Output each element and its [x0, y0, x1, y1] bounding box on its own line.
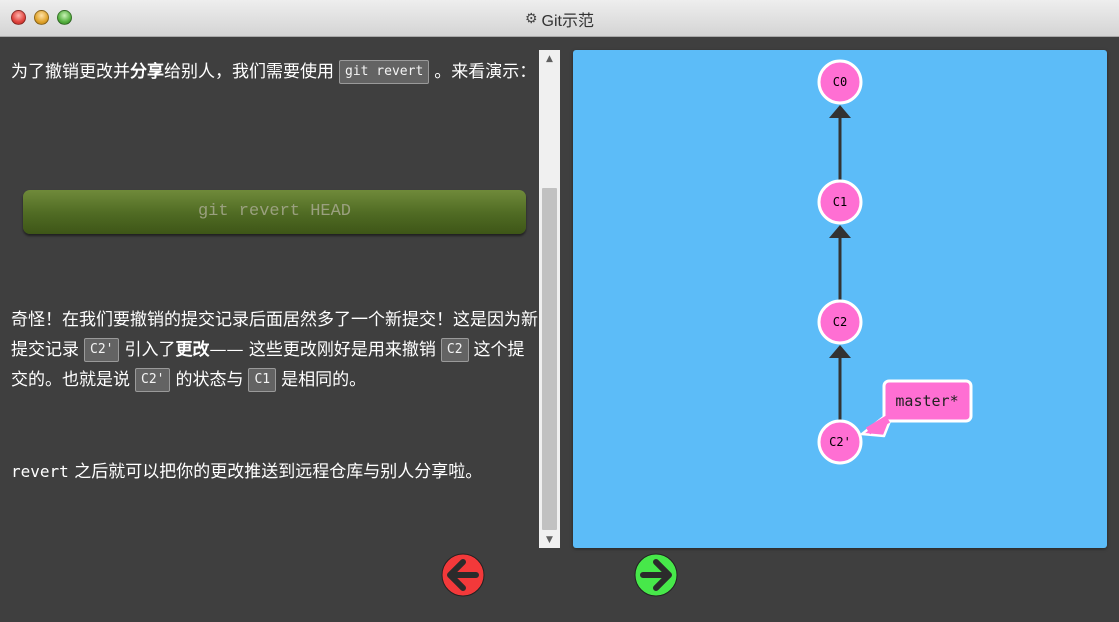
scroll-down-arrow-icon[interactable]: ▼: [539, 531, 560, 548]
branch-label: master*: [895, 392, 958, 410]
svg-text:C0: C0: [833, 75, 847, 89]
paragraph-push: revert 之后就可以把你的更改推送到远程仓库与别人分享啦。: [11, 462, 483, 482]
paragraph-intro: 为了撤销更改并分享给别人，我们需要使用 git revert 。来看演示：: [11, 60, 537, 84]
commit-c2-prime[interactable]: C2': [817, 419, 863, 465]
edge-arrow-icon: [829, 225, 851, 238]
edge-arrow-icon: [829, 345, 851, 358]
window-title-text: Git示范: [541, 12, 594, 30]
commit-c1[interactable]: C1: [817, 179, 863, 225]
commit-c0[interactable]: C0: [817, 59, 863, 105]
scroll-thumb[interactable]: [542, 188, 557, 530]
svg-text:C2': C2': [829, 435, 851, 449]
svg-text:C2: C2: [833, 315, 847, 329]
forward-button[interactable]: [633, 552, 679, 598]
window-title: ⚙ Git示范: [0, 0, 1119, 37]
commit-graph: C0 C1 C2 C2' master*: [817, 59, 973, 465]
arrow-right-icon: [634, 553, 678, 597]
git-visualization: C0 C1 C2 C2' master*: [573, 50, 1107, 548]
branch-master[interactable]: master*: [860, 379, 973, 438]
commit-c2[interactable]: C2: [817, 299, 863, 345]
gear-icon: ⚙: [524, 10, 538, 26]
title-bar: ⚙ Git示范: [0, 0, 1119, 37]
command-button[interactable]: git revert HEAD: [23, 190, 526, 234]
text-scrollbar[interactable]: ▲ ▼: [539, 50, 560, 548]
scroll-up-arrow-icon[interactable]: ▲: [539, 50, 560, 67]
inline-code-c2-prime: C2': [84, 338, 120, 362]
inline-code-c2-prime-2: C2': [135, 368, 171, 392]
arrow-left-icon: [441, 553, 485, 597]
edge-arrow-icon: [829, 105, 851, 118]
inline-code-c2: C2: [440, 338, 469, 362]
paragraph-explanation: 奇怪！在我们要撤销的提交记录后面居然多了一个新提交！这是因为新提交记录 C2' 引入…: [11, 310, 538, 392]
command-text: git revert HEAD: [197, 202, 352, 221]
back-button[interactable]: [440, 552, 486, 598]
inline-code-git-revert: git revert: [339, 60, 430, 84]
svg-text:C1: C1: [833, 195, 847, 209]
inline-code-c1: C1: [248, 368, 277, 392]
instruction-panel: 为了撤销更改并分享给别人，我们需要使用 git revert 。来看演示： git …: [0, 38, 539, 548]
